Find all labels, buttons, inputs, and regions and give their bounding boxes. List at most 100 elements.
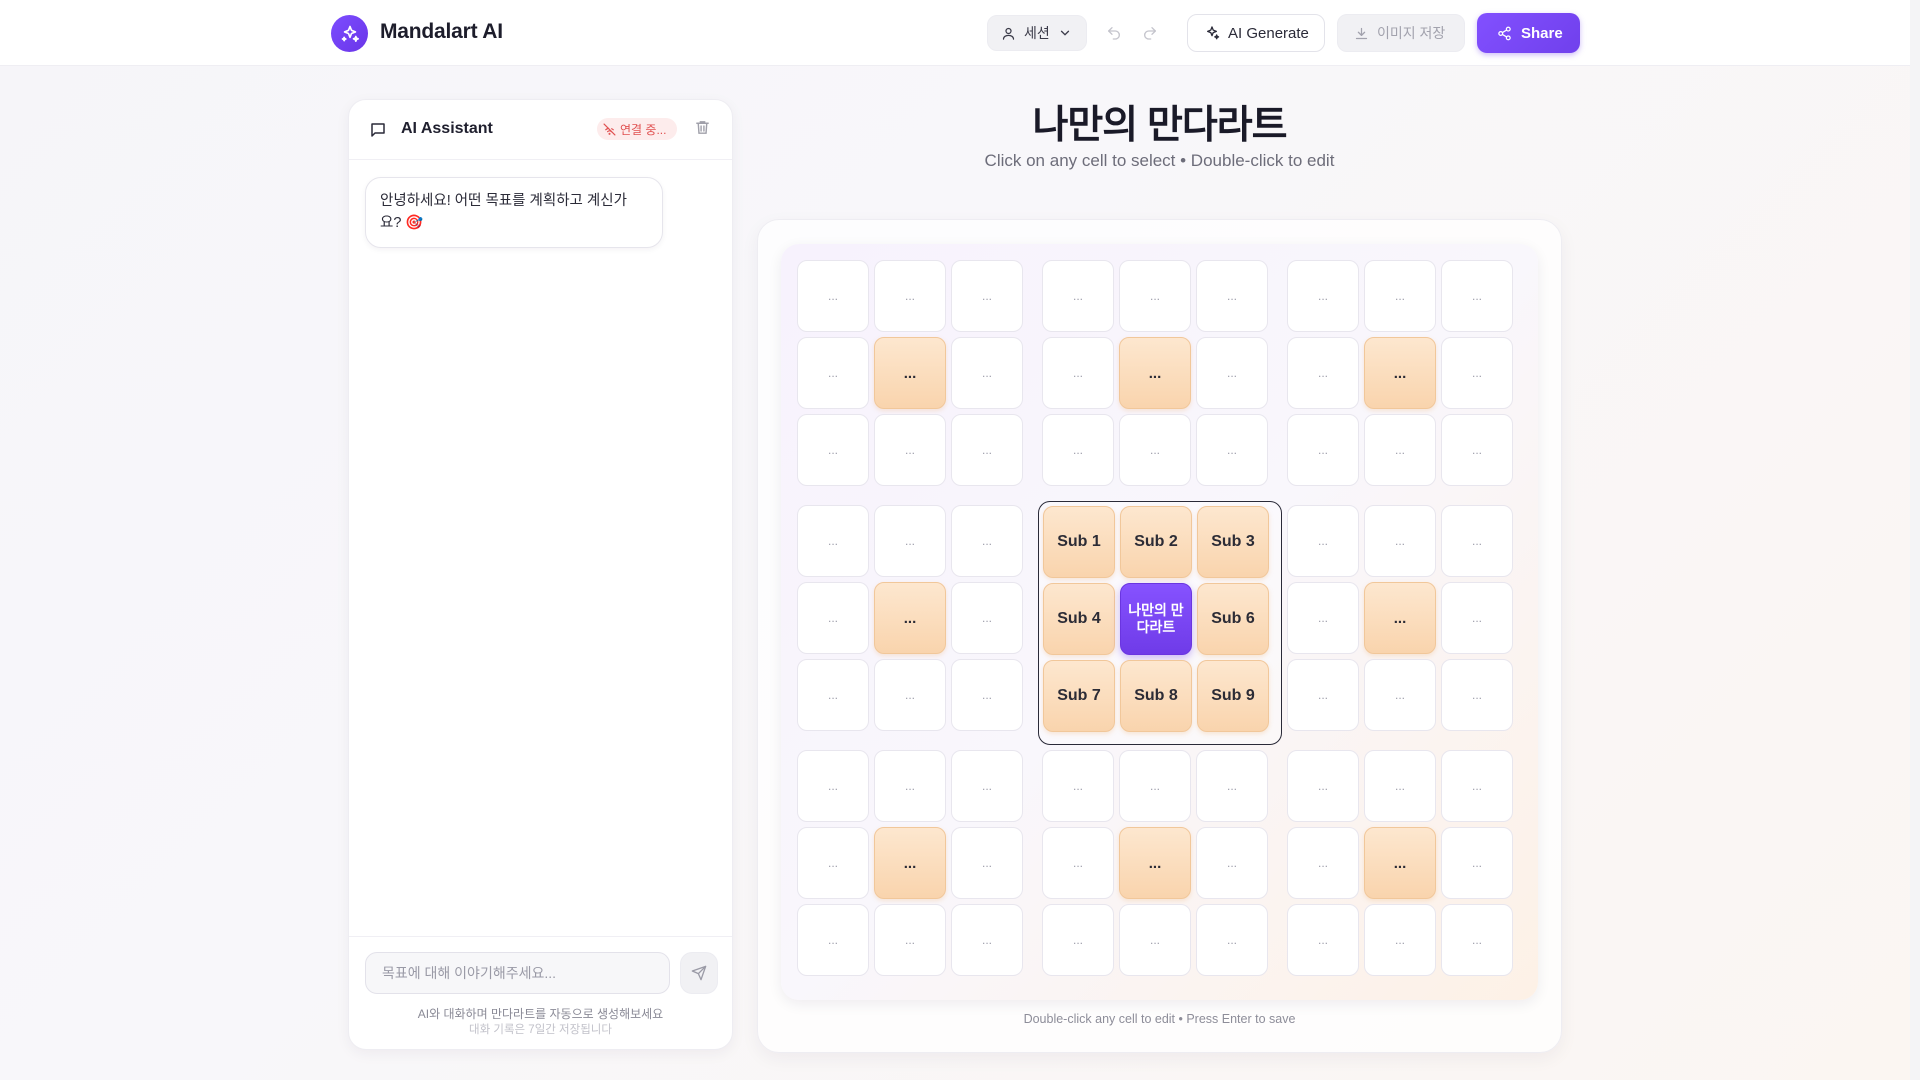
- action-cell[interactable]: ...: [1119, 414, 1191, 486]
- sub-goal-cell[interactable]: Sub 2: [1120, 506, 1192, 578]
- action-cell[interactable]: ...: [797, 827, 869, 899]
- chat-hint-secondary: 대화 기록은 7일간 저장됩니다: [469, 1024, 612, 1036]
- undo-icon: [1108, 27, 1120, 40]
- sub-goal-cell[interactable]: Sub 3: [1197, 506, 1269, 578]
- action-cell[interactable]: ...: [797, 582, 869, 654]
- action-cell[interactable]: ...: [951, 659, 1023, 731]
- action-cell[interactable]: ...: [951, 827, 1023, 899]
- save-image-label: 이미지 저장: [1377, 25, 1446, 41]
- block-center-cell[interactable]: ...: [1364, 827, 1436, 899]
- block-center-cell[interactable]: ...: [874, 582, 946, 654]
- action-cell[interactable]: ...: [797, 414, 869, 486]
- sub-goal-cell[interactable]: Sub 6: [1197, 583, 1269, 655]
- save-image-button[interactable]: 이미지 저장: [1337, 14, 1465, 52]
- session-dropdown[interactable]: 세션: [987, 15, 1087, 51]
- action-cell[interactable]: ...: [1119, 260, 1191, 332]
- sub-goal-cell[interactable]: Sub 7: [1043, 660, 1115, 732]
- session-label: 세션: [1024, 25, 1050, 41]
- action-cell[interactable]: ...: [951, 750, 1023, 822]
- undo-button[interactable]: [1103, 22, 1125, 44]
- block-center-cell[interactable]: ...: [874, 337, 946, 409]
- action-cell[interactable]: ...: [797, 659, 869, 731]
- download-icon: [1355, 27, 1368, 39]
- action-cell[interactable]: ...: [1287, 337, 1359, 409]
- action-cell[interactable]: ...: [874, 659, 946, 731]
- action-cell[interactable]: ...: [797, 904, 869, 976]
- share-button[interactable]: Share: [1477, 13, 1580, 53]
- core-block: Sub 1 Sub 2 Sub 3 Sub 4 나만의 만다라트 Sub 6 Sub 7 Su…: [1038, 501, 1282, 745]
- action-cell[interactable]: ...: [1196, 904, 1268, 976]
- action-cell[interactable]: ...: [1441, 827, 1513, 899]
- connection-status-badge: 연결 중...: [597, 118, 677, 140]
- action-cell[interactable]: ...: [1441, 904, 1513, 976]
- action-cell[interactable]: ...: [951, 337, 1023, 409]
- action-cell[interactable]: ...: [1119, 904, 1191, 976]
- action-cell[interactable]: ...: [1042, 750, 1114, 822]
- action-cell[interactable]: ...: [1287, 260, 1359, 332]
- action-cell[interactable]: ...: [1441, 750, 1513, 822]
- action-cell[interactable]: ...: [1042, 337, 1114, 409]
- action-cell[interactable]: ...: [1287, 750, 1359, 822]
- action-cell[interactable]: ...: [951, 582, 1023, 654]
- block-center-cell[interactable]: ...: [874, 827, 946, 899]
- action-cell[interactable]: ...: [1364, 505, 1436, 577]
- redo-button[interactable]: [1139, 22, 1161, 44]
- redo-icon: [1144, 27, 1156, 40]
- sub-goal-cell[interactable]: Sub 1: [1043, 506, 1115, 578]
- action-cell[interactable]: ...: [1287, 659, 1359, 731]
- action-cell[interactable]: ...: [951, 904, 1023, 976]
- action-cell[interactable]: ...: [1441, 260, 1513, 332]
- action-cell[interactable]: ...: [1364, 659, 1436, 731]
- action-cell[interactable]: ...: [1196, 260, 1268, 332]
- action-cell[interactable]: ...: [1441, 659, 1513, 731]
- action-cell[interactable]: ...: [874, 414, 946, 486]
- action-cell[interactable]: ...: [1441, 505, 1513, 577]
- action-cell[interactable]: ...: [951, 260, 1023, 332]
- action-cell[interactable]: ...: [1287, 414, 1359, 486]
- action-cell[interactable]: ...: [1441, 582, 1513, 654]
- ai-generate-button[interactable]: AI Generate: [1187, 14, 1325, 52]
- action-cell[interactable]: ...: [1196, 414, 1268, 486]
- action-cell[interactable]: ...: [1287, 582, 1359, 654]
- block-center-cell[interactable]: ...: [1119, 337, 1191, 409]
- action-cell[interactable]: ...: [1287, 505, 1359, 577]
- action-cell[interactable]: ...: [1364, 904, 1436, 976]
- action-cell[interactable]: ...: [1042, 414, 1114, 486]
- block-center-cell[interactable]: ...: [1364, 337, 1436, 409]
- action-cell[interactable]: ...: [874, 260, 946, 332]
- action-cell[interactable]: ...: [874, 750, 946, 822]
- send-button[interactable]: [680, 952, 718, 994]
- action-cell[interactable]: ...: [951, 505, 1023, 577]
- action-cell[interactable]: ...: [951, 414, 1023, 486]
- chat-input[interactable]: [365, 952, 670, 994]
- share-label: Share: [1521, 24, 1563, 42]
- action-cell[interactable]: ...: [1364, 414, 1436, 486]
- action-cell[interactable]: ...: [1287, 827, 1359, 899]
- action-cell[interactable]: ...: [1441, 337, 1513, 409]
- action-cell[interactable]: ...: [1441, 414, 1513, 486]
- action-cell[interactable]: ...: [1042, 260, 1114, 332]
- page-scrollbar[interactable]: [1910, 0, 1920, 1080]
- block-center-cell[interactable]: ...: [1364, 582, 1436, 654]
- action-cell[interactable]: ...: [797, 337, 869, 409]
- action-cell[interactable]: ...: [1364, 260, 1436, 332]
- clear-chat-button[interactable]: [694, 119, 711, 141]
- action-cell[interactable]: ...: [874, 505, 946, 577]
- action-cell[interactable]: ...: [1119, 750, 1191, 822]
- action-cell[interactable]: ...: [1196, 750, 1268, 822]
- action-cell[interactable]: ...: [1364, 750, 1436, 822]
- core-goal-cell[interactable]: 나만의 만다라트: [1120, 583, 1192, 655]
- sub-goal-cell[interactable]: Sub 4: [1043, 583, 1115, 655]
- block-center-cell[interactable]: ...: [1119, 827, 1191, 899]
- sub-goal-cell[interactable]: Sub 8: [1120, 660, 1192, 732]
- action-cell[interactable]: ...: [797, 750, 869, 822]
- action-cell[interactable]: ...: [874, 904, 946, 976]
- action-cell[interactable]: ...: [1287, 904, 1359, 976]
- action-cell[interactable]: ...: [797, 505, 869, 577]
- action-cell[interactable]: ...: [1196, 827, 1268, 899]
- action-cell[interactable]: ...: [797, 260, 869, 332]
- action-cell[interactable]: ...: [1196, 337, 1268, 409]
- action-cell[interactable]: ...: [1042, 904, 1114, 976]
- sub-goal-cell[interactable]: Sub 9: [1197, 660, 1269, 732]
- action-cell[interactable]: ...: [1042, 827, 1114, 899]
